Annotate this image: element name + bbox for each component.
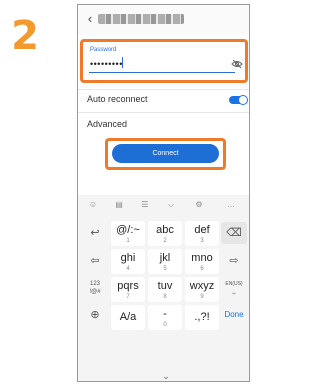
sticker-icon[interactable]: ▤ [112,199,126,211]
mic-icon[interactable]: ⌵ [164,199,178,211]
password-underline [89,72,235,73]
keyboard: ☺ ▤ ☰ ⌵ ⚙ … ↩ ⇦ 123 !@# ⊕ @/:~ 1 abc 2 def… [78,195,249,381]
key-ghi[interactable]: ghi 4 [111,249,145,274]
connect-button[interactable]: Connect [112,144,219,163]
key-def[interactable]: def 3 [185,221,219,246]
more-icon[interactable]: … [224,199,238,211]
divider [78,89,249,90]
key-jkl[interactable]: jkl 5 [148,249,182,274]
back-arrow-icon[interactable]: ‹ [83,11,97,27]
password-field-highlight: Password ••••••••• [80,39,248,83]
key-case-toggle[interactable]: A/a [111,305,145,330]
text-cursor [122,57,123,68]
top-bar: ‹ ▪▪▪▪▪▪▪▪▪ [78,5,249,35]
toggle-knob [238,95,248,105]
phone-screen: ‹ ▪▪▪▪▪▪▪▪▪ Password ••••••••• Auto reco… [77,4,250,382]
clipboard-icon[interactable]: ☰ [138,199,152,211]
network-name: ▪▪▪▪▪▪▪▪▪ [98,14,184,24]
cursor-right-key[interactable]: ⇨ [221,250,247,272]
auto-reconnect-label: Auto reconnect [87,94,148,104]
settings-gear-icon[interactable]: ⚙ [192,199,206,211]
language-space-key[interactable]: EN(US) ␣ [221,277,247,299]
key-punctuation[interactable]: .,?! [185,305,219,330]
undo-key[interactable]: ↩ [82,222,108,244]
chevron-down-icon[interactable]: ⌄ [161,372,171,381]
cursor-left-key[interactable]: ⇦ [82,250,108,272]
password-label: Password [90,47,117,53]
key-wxyz[interactable]: wxyz 9 [185,277,219,302]
key-mno[interactable]: mno 6 [185,249,219,274]
done-key[interactable]: Done [221,304,247,326]
key-pqrs[interactable]: pqrs 7 [111,277,145,302]
emoji-icon[interactable]: ☺ [86,199,100,211]
globe-key[interactable]: ⊕ [82,304,108,326]
advanced-option[interactable]: Advanced [87,119,127,130]
hide-password-icon[interactable] [231,59,243,69]
backspace-key[interactable]: ⌫ [221,222,247,244]
numeric-mode-key[interactable]: 123 !@# [82,277,108,299]
key-dash[interactable]: -0 [148,305,182,330]
password-input[interactable]: ••••••••• [90,59,123,69]
step-number: 2 [11,13,39,59]
key-tuv[interactable]: tuv 8 [148,277,182,302]
key-abc[interactable]: abc 2 [148,221,182,246]
divider [78,112,249,113]
key-symbols[interactable]: @/:~ 1 [111,221,145,246]
